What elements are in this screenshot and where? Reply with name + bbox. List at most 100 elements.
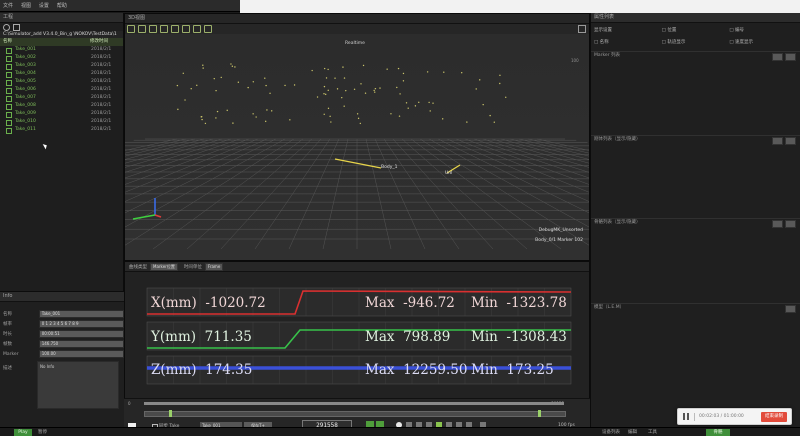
marker-dot (429, 110, 431, 112)
take-name: Take_009 (15, 111, 36, 116)
zoom-tool-icon[interactable] (160, 25, 168, 33)
take-check-icon[interactable] (6, 56, 12, 62)
grid-icon[interactable] (193, 25, 201, 33)
folder-icon[interactable] (3, 23, 10, 31)
toggle-velocity[interactable]: □ 速度显示 (729, 39, 797, 45)
take-list-item[interactable]: Take_002 2018/2/1 (0, 54, 123, 62)
take-name: Take_005 (15, 79, 36, 84)
col-date: 修改时间 (90, 39, 108, 44)
info-value-name[interactable]: Take_001 (38, 310, 124, 318)
marker-list-show-button[interactable] (772, 53, 783, 61)
info-value-frames[interactable]: 146.750 (38, 340, 124, 348)
toggle-name[interactable]: □ 名称 (594, 39, 662, 45)
skeleton-list-section: 骨骼列表（显示/隐藏） (591, 218, 800, 228)
rigid-list-show-button[interactable] (772, 137, 783, 145)
take-date: 2018/2/1 (91, 127, 112, 132)
tab-devices[interactable]: 设备列表 (602, 429, 620, 435)
toggle-id[interactable]: □ 编号 (729, 27, 797, 33)
take-list-item[interactable]: Take_010 2018/2/1 (0, 118, 123, 126)
marker-dot (329, 115, 331, 118)
range-start-handle[interactable] (169, 410, 172, 417)
take-list-item[interactable]: Take_001 2018/2/1 (0, 46, 123, 54)
take-list-item[interactable]: Take_011 2018/2/1 (0, 126, 123, 134)
curve-type-label: 曲线类型 (129, 264, 147, 270)
take-check-icon[interactable] (6, 48, 12, 54)
take-name: Take_011 (15, 127, 36, 132)
info-value-duration[interactable]: 00:00:51 (38, 330, 124, 338)
y-min-label: Min -1308.43 (471, 329, 567, 345)
marker-dot (461, 72, 463, 74)
take-list-item[interactable]: Take_005 2018/2/1 (0, 78, 123, 86)
take-check-icon[interactable] (6, 88, 12, 94)
take-name: Take_002 (15, 55, 36, 60)
marker-dot (182, 72, 184, 74)
toggle-position[interactable]: □ 位置 (662, 27, 730, 33)
tab-tools[interactable]: 工具 (648, 429, 657, 435)
marker-dot (373, 89, 375, 92)
rotate-tool-icon[interactable] (149, 25, 157, 33)
take-check-icon[interactable] (6, 72, 12, 78)
time-unit-label: 时间单位 (183, 264, 202, 270)
marker-dot (237, 81, 240, 83)
take-check-icon[interactable] (6, 120, 12, 126)
viewport-3d[interactable]: 3D视图 Realtime Body_1 Unl 100 DebugMK_Uns… (124, 13, 590, 261)
menu-file[interactable]: 文件 (0, 0, 16, 12)
timeline-track[interactable] (144, 402, 564, 405)
menu-settings[interactable]: 设置 (36, 0, 52, 12)
x-min-label: Min -1323.78 (471, 295, 567, 311)
take-check-icon[interactable] (6, 96, 12, 102)
take-check-icon[interactable] (6, 80, 12, 86)
rigid-list-section: 刚体列表（显示/隐藏） (591, 135, 800, 145)
marker-dot (402, 72, 405, 75)
marker-icon[interactable] (204, 25, 212, 33)
take-list-item[interactable]: Take_006 2018/2/1 (0, 86, 123, 94)
camera-icon[interactable] (182, 25, 190, 33)
marker-dot (379, 87, 381, 89)
skeleton-list-hide-button[interactable] (785, 220, 796, 228)
range-slider[interactable] (144, 410, 566, 417)
recorder-divider (694, 413, 695, 421)
stop-recording-button[interactable]: 结束录制 (761, 412, 787, 422)
time-unit-dropdown[interactable]: Frame (204, 262, 224, 271)
pause-bar-icon[interactable] (683, 413, 685, 420)
marker-list-hide-button[interactable] (785, 53, 796, 61)
marker-dot (414, 105, 417, 107)
take-date: 2018/2/1 (91, 71, 112, 76)
take-check-icon[interactable] (6, 128, 12, 134)
pause-bar-icon-2 (687, 413, 689, 420)
curve-type-dropdown[interactable]: Marker位置 (150, 262, 178, 271)
take-check-icon[interactable] (6, 104, 12, 110)
info-value-marker[interactable]: 100.00 (38, 350, 124, 358)
rigid-list-hide-button[interactable] (785, 137, 796, 145)
info-value-rate[interactable]: 0 1 2 3 4 5 6 7 8 9 (38, 320, 124, 328)
take-name: Take_010 (15, 119, 36, 124)
x-max-label: Max -946.72 (365, 295, 455, 311)
notes-textarea[interactable]: No Info (37, 361, 119, 409)
take-list-item[interactable]: Take_008 2018/2/1 (0, 102, 123, 110)
menu-help[interactable]: 帮助 (54, 0, 70, 12)
refresh-view-icon[interactable] (171, 25, 179, 33)
refresh-icon[interactable] (13, 23, 20, 31)
range-end-handle[interactable] (538, 410, 541, 417)
take-list-item[interactable]: Take_009 2018/2/1 (0, 110, 123, 118)
info-row-frames: 帧数 146.750 (0, 340, 124, 348)
menu-view[interactable]: 视图 (18, 0, 34, 12)
select-tool-icon[interactable] (127, 25, 135, 33)
toggle-trail[interactable]: □ 轨迹显示 (662, 39, 730, 45)
maximize-icon[interactable] (578, 25, 586, 33)
model-button[interactable] (785, 305, 796, 313)
tab-edit[interactable]: 编辑 (628, 429, 637, 435)
take-name: Take_007 (15, 95, 36, 100)
marker-dot (323, 85, 326, 88)
take-list-item[interactable]: Take_007 2018/2/1 (0, 94, 123, 102)
play-status-button[interactable]: Play (14, 429, 32, 436)
take-list-item[interactable]: Take_003 2018/2/1 (0, 62, 123, 70)
tab-skeleton-active[interactable]: 骨骼 (706, 429, 730, 436)
take-name: Take_006 (15, 87, 36, 92)
take-check-icon[interactable] (6, 112, 12, 118)
move-tool-icon[interactable] (138, 25, 146, 33)
marker-dot (232, 122, 234, 124)
skeleton-list-show-button[interactable] (772, 220, 783, 228)
take-list-item[interactable]: Take_004 2018/2/1 (0, 70, 123, 78)
take-check-icon[interactable] (6, 64, 12, 70)
